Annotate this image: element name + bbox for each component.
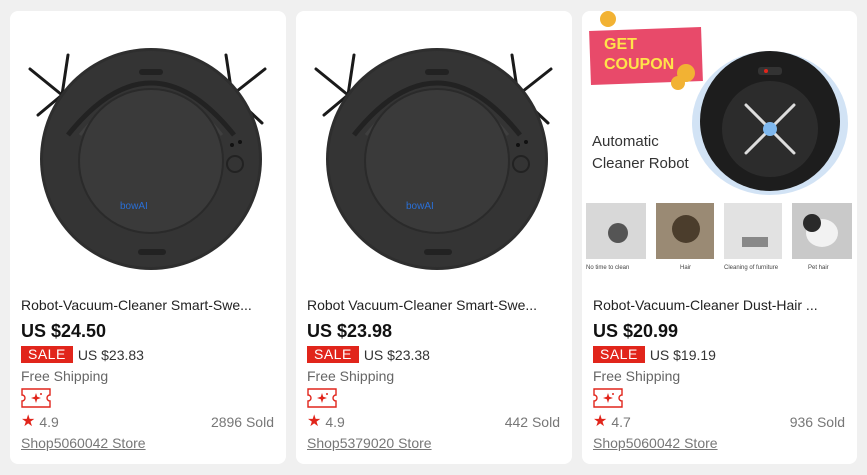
product-title[interactable]: Robot Vacuum-Cleaner Smart-Swe...: [307, 295, 560, 315]
sold-count: 936 Sold: [789, 414, 845, 430]
star-icon: ★: [307, 413, 322, 430]
product-card[interactable]: bowAI Robot-Vacuum-Cleaner Smart-Swe... …: [10, 11, 286, 464]
coupon-icon: [307, 388, 337, 408]
sold-count: 2896 Sold: [210, 414, 274, 430]
store-link[interactable]: Shop5379020 Store: [307, 433, 432, 453]
sale-badge: SALE: [593, 346, 645, 363]
coupon-icon: [21, 388, 51, 408]
product-price: US $23.98: [307, 321, 393, 341]
product-price: US $20.99: [593, 321, 679, 341]
star-icon: ★: [593, 413, 608, 430]
product-image[interactable]: bowAI: [10, 11, 286, 291]
shipping-label: Free Shipping: [21, 368, 109, 384]
sale-price: US $19.19: [649, 346, 716, 363]
coupon-line1: GET: [604, 36, 637, 53]
sale-price: US $23.83: [77, 346, 144, 363]
store-link[interactable]: Shop5060042 Store: [21, 433, 146, 453]
store-link[interactable]: Shop5060042 Store: [593, 433, 718, 453]
sale-badge: SALE: [307, 346, 359, 363]
rating-value: 4.7: [611, 414, 631, 430]
caption-3: Cleaning of furniture: [724, 265, 779, 271]
rating-value: 4.9: [39, 414, 59, 430]
product-title[interactable]: Robot-Vacuum-Cleaner Smart-Swe...: [21, 295, 274, 315]
product-image[interactable]: GET COUPON Automatic Cleaner Robot No ti…: [582, 11, 857, 291]
caption-4: Pet hair: [808, 265, 829, 271]
coupon-icon: [593, 388, 623, 408]
shipping-label: Free Shipping: [593, 368, 681, 384]
product-grid: bowAI Robot-Vacuum-Cleaner Smart-Swe... …: [10, 11, 857, 465]
product-price: US $24.50: [21, 321, 107, 341]
rating-value: 4.9: [325, 414, 345, 430]
svg-text:bowAI: bowAI: [406, 201, 434, 212]
sold-count: 442 Sold: [504, 414, 560, 430]
coupon-line2: COUPON: [604, 56, 674, 73]
star-icon: ★: [21, 413, 36, 430]
product-card[interactable]: GET COUPON Automatic Cleaner Robot No ti…: [582, 11, 857, 464]
shipping-label: Free Shipping: [307, 368, 395, 384]
promo-headline-1: Automatic: [592, 133, 659, 150]
sale-price: US $23.38: [363, 346, 430, 363]
sale-badge: SALE: [21, 346, 73, 363]
svg-text:bowAI: bowAI: [120, 201, 148, 212]
product-card[interactable]: bowAI Robot Vacuum-Cleaner Smart-Swe... …: [296, 11, 572, 464]
product-title[interactable]: Robot-Vacuum-Cleaner Dust-Hair ...: [593, 295, 845, 315]
caption-1: No time to clean: [586, 265, 629, 271]
caption-2: Hair: [680, 265, 691, 271]
promo-headline-2: Cleaner Robot: [592, 155, 690, 172]
product-image[interactable]: bowAI: [296, 11, 572, 291]
